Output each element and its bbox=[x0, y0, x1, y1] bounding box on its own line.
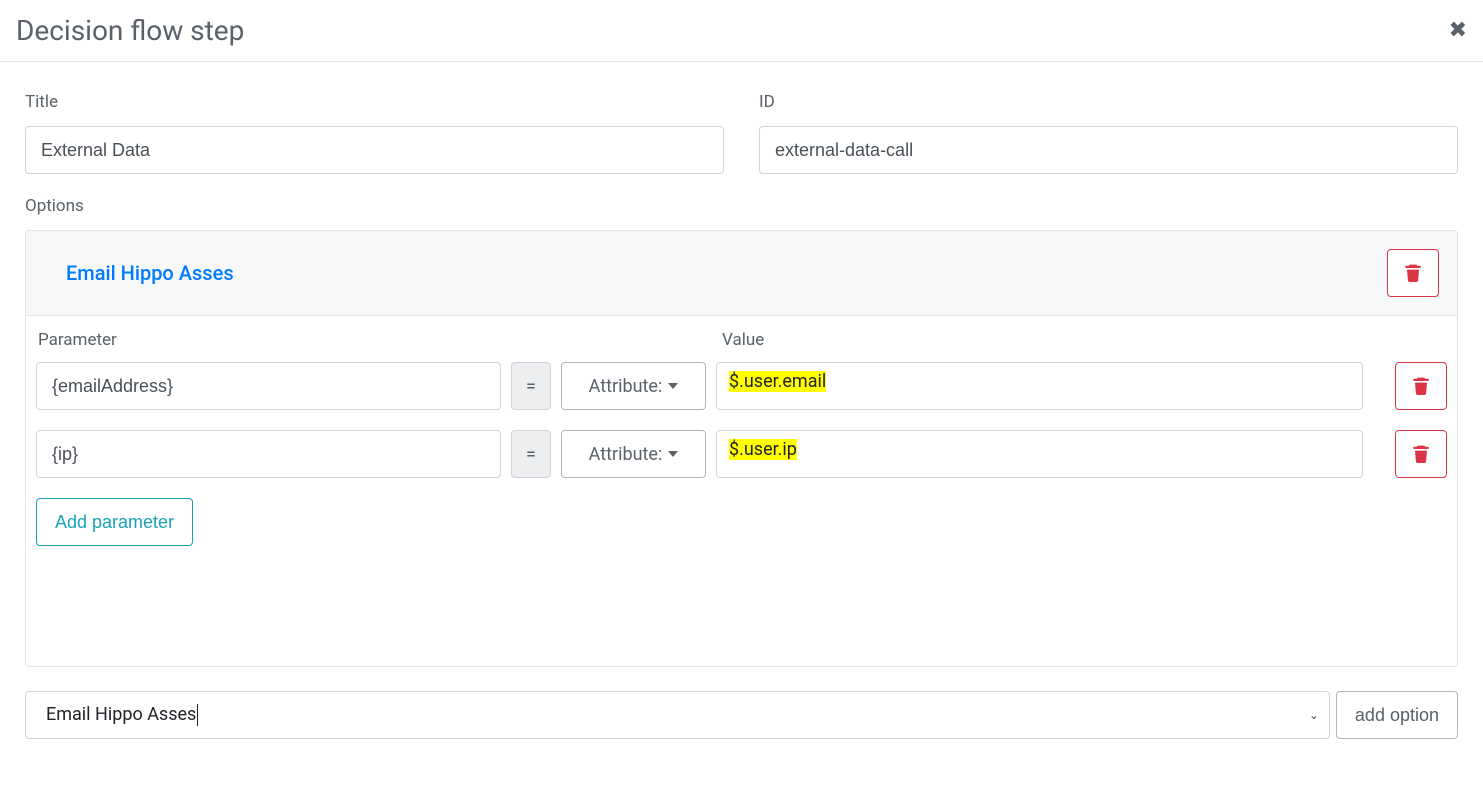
add-option-button[interactable]: add option bbox=[1336, 691, 1458, 739]
delete-row-button[interactable] bbox=[1395, 362, 1447, 410]
attribute-dropdown-label: Attribute: bbox=[589, 444, 663, 465]
value-input[interactable]: $.user.ip bbox=[716, 430, 1363, 478]
trash-icon bbox=[1405, 264, 1421, 282]
title-field-group: Title bbox=[25, 92, 724, 174]
parameter-column-label: Parameter bbox=[38, 330, 722, 350]
modal-header: Decision flow step ✖ bbox=[0, 0, 1483, 62]
title-input[interactable] bbox=[25, 126, 724, 174]
equals-label: = bbox=[511, 430, 551, 478]
parameter-row: = Attribute: $.user.ip bbox=[36, 430, 1447, 478]
modal: Decision flow step ✖ Title ID Options Em… bbox=[0, 0, 1483, 759]
trash-icon bbox=[1413, 445, 1429, 463]
text-cursor bbox=[197, 704, 198, 726]
value-text: $.user.ip bbox=[729, 439, 797, 460]
id-label: ID bbox=[759, 92, 1458, 112]
caret-down-icon bbox=[668, 451, 678, 457]
modal-body: Title ID Options Email Hippo Asses bbox=[0, 62, 1483, 759]
options-label: Options bbox=[25, 196, 1458, 216]
attribute-dropdown[interactable]: Attribute: bbox=[561, 430, 706, 478]
options-card-header: Email Hippo Asses bbox=[26, 231, 1457, 316]
spacer bbox=[36, 546, 1447, 646]
value-input[interactable]: $.user.email bbox=[716, 362, 1363, 410]
param-column-headers: Parameter Value bbox=[36, 330, 1447, 350]
options-card-body: Parameter Value = Attribute: $.user.emai… bbox=[26, 316, 1457, 666]
attribute-dropdown[interactable]: Attribute: bbox=[561, 362, 706, 410]
title-id-row: Title ID bbox=[25, 92, 1458, 174]
attribute-dropdown-label: Attribute: bbox=[589, 376, 663, 397]
parameter-row: = Attribute: $.user.email bbox=[36, 362, 1447, 410]
select-value: Email Hippo Asses bbox=[46, 704, 196, 725]
option-name-link[interactable]: Email Hippo Asses bbox=[66, 261, 234, 285]
value-text: $.user.email bbox=[729, 371, 826, 392]
trash-icon bbox=[1413, 377, 1429, 395]
value-column-label: Value bbox=[722, 330, 764, 350]
id-input[interactable] bbox=[759, 126, 1458, 174]
title-label: Title bbox=[25, 92, 724, 112]
parameter-input[interactable] bbox=[36, 362, 501, 410]
close-icon[interactable]: ✖ bbox=[1449, 20, 1467, 42]
caret-down-icon bbox=[668, 383, 678, 389]
modal-title: Decision flow step bbox=[16, 14, 244, 47]
delete-option-button[interactable] bbox=[1387, 249, 1439, 297]
add-parameter-button[interactable]: Add parameter bbox=[36, 498, 193, 546]
options-section: Options Email Hippo Asses Parameter Valu… bbox=[25, 196, 1458, 739]
equals-label: = bbox=[511, 362, 551, 410]
option-select[interactable]: Email Hippo Asses ⌄ bbox=[25, 691, 1330, 739]
add-option-row: Email Hippo Asses ⌄ add option bbox=[25, 691, 1458, 739]
id-field-group: ID bbox=[759, 92, 1458, 174]
chevron-down-icon: ⌄ bbox=[1309, 708, 1319, 722]
options-card: Email Hippo Asses Parameter Value = bbox=[25, 230, 1458, 667]
delete-row-button[interactable] bbox=[1395, 430, 1447, 478]
parameter-input[interactable] bbox=[36, 430, 501, 478]
